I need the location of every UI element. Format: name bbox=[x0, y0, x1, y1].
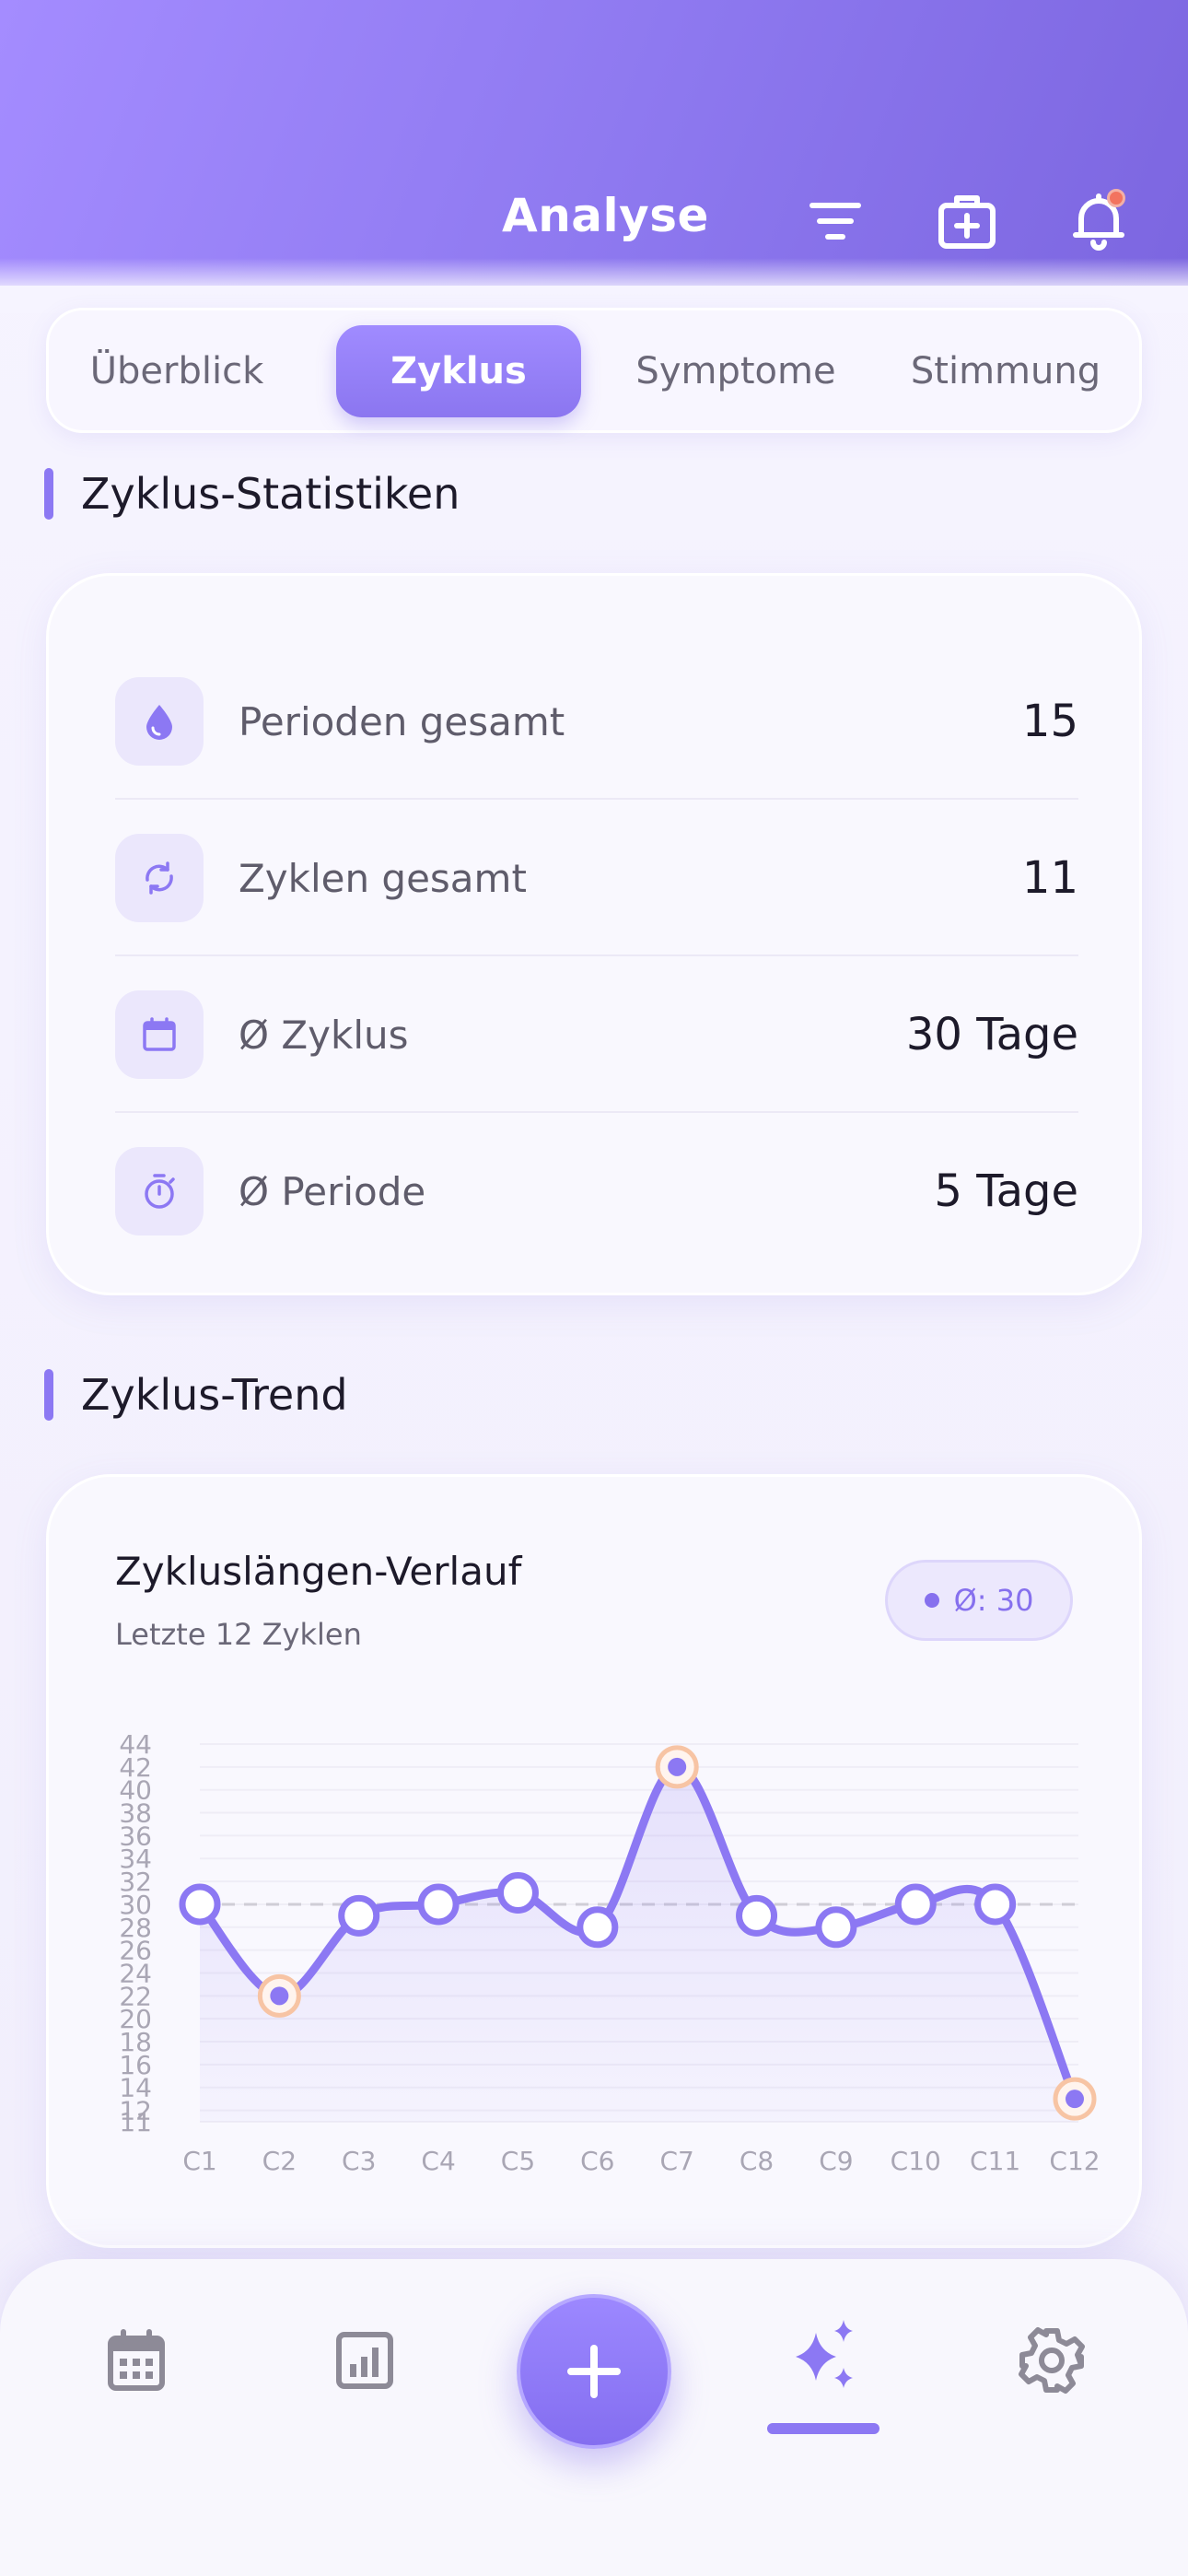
data-point bbox=[815, 1906, 857, 1949]
calendar-icon bbox=[115, 990, 204, 1079]
x-tick-label: C1 bbox=[182, 2146, 216, 2176]
stat-label: Perioden gesamt bbox=[239, 698, 565, 744]
x-tick-label: C4 bbox=[421, 2146, 455, 2176]
timer-icon bbox=[115, 1147, 204, 1235]
tab-cycle[interactable]: Zyklus bbox=[336, 325, 581, 417]
stat-row-cycles: Zyklen gesamt 11 bbox=[115, 800, 1078, 956]
data-point-core bbox=[1066, 2090, 1084, 2109]
cycle-length-chart: 111214161820222426283032343638404244C1 C2… bbox=[119, 1729, 1100, 2176]
stat-value: 30 Tage bbox=[905, 1009, 1078, 1060]
x-tick-label: C5 bbox=[501, 2146, 535, 2176]
trend-card: Zykluslängen-Verlauf Letzte 12 Zyklen Ø:… bbox=[46, 1474, 1142, 2248]
x-tick-label: C3 bbox=[342, 2146, 376, 2176]
stat-label: Ø Zyklus bbox=[239, 1012, 409, 1058]
tab-overview[interactable]: Überblick bbox=[62, 325, 292, 417]
x-tick-label: C10 bbox=[891, 2146, 941, 2176]
tab-mood[interactable]: Stimmung bbox=[879, 325, 1132, 417]
section-header-stats: Zyklus-Statistiken bbox=[44, 466, 460, 521]
stat-value: 15 bbox=[1021, 696, 1078, 747]
active-tab-indicator bbox=[767, 2423, 879, 2434]
y-tick-label: 44 bbox=[119, 1729, 152, 1760]
stat-value: 5 Tage bbox=[934, 1165, 1078, 1217]
page-title: Analyse bbox=[502, 189, 709, 242]
x-tick-label: C7 bbox=[659, 2146, 693, 2176]
data-point bbox=[496, 1872, 539, 1914]
x-tick-label: C2 bbox=[262, 2146, 297, 2176]
stat-row-avg-period: Ø Periode 5 Tage bbox=[115, 1113, 1078, 1270]
bar-chart-icon[interactable] bbox=[328, 2324, 402, 2397]
cycle-icon bbox=[115, 834, 204, 922]
stat-value: 11 bbox=[1021, 852, 1078, 904]
medical-kit-icon[interactable] bbox=[935, 189, 999, 253]
section-header-trend: Zyklus-Trend bbox=[44, 1367, 348, 1423]
notification-badge bbox=[1107, 189, 1125, 207]
x-tick-label: C12 bbox=[1049, 2146, 1100, 2176]
gear-icon[interactable] bbox=[1015, 2324, 1089, 2397]
segmented-tabs: Überblick Zyklus Symptome Stimmung bbox=[46, 308, 1142, 433]
stat-row-avg-cycle: Ø Zyklus 30 Tage bbox=[115, 956, 1078, 1113]
x-tick-label: C9 bbox=[819, 2146, 853, 2176]
section-title: Zyklus-Statistiken bbox=[81, 469, 460, 519]
sparkles-icon[interactable] bbox=[783, 2314, 866, 2397]
stat-row-periods: Perioden gesamt 15 bbox=[115, 643, 1078, 800]
calendar-grid-icon[interactable] bbox=[99, 2324, 173, 2397]
x-tick-label: C8 bbox=[740, 2146, 774, 2176]
app-header: Analyse bbox=[0, 0, 1188, 313]
x-tick-label: C11 bbox=[970, 2146, 1020, 2176]
data-point bbox=[179, 1883, 221, 1926]
plus-icon bbox=[567, 2345, 621, 2398]
section-accent-bar bbox=[44, 1369, 53, 1421]
section-title: Zyklus-Trend bbox=[81, 1370, 348, 1420]
data-point-core bbox=[668, 1757, 687, 1776]
tab-symptoms[interactable]: Symptome bbox=[609, 325, 863, 417]
bell-icon[interactable] bbox=[1066, 189, 1131, 253]
data-point bbox=[577, 1906, 619, 1949]
stats-card: Perioden gesamt 15 Zyklen gesamt 11 Ø Zy… bbox=[46, 573, 1142, 1295]
filter-icon[interactable] bbox=[803, 189, 868, 253]
section-accent-bar bbox=[44, 468, 53, 520]
data-point bbox=[894, 1883, 937, 1926]
x-tick-label: C6 bbox=[580, 2146, 614, 2176]
stat-label: Zyklen gesamt bbox=[239, 855, 527, 901]
data-point-core bbox=[270, 1986, 289, 2006]
data-point bbox=[338, 1894, 380, 1937]
data-point bbox=[417, 1883, 460, 1926]
bottom-navigation bbox=[0, 2259, 1188, 2576]
drop-icon bbox=[115, 677, 204, 766]
add-entry-button[interactable] bbox=[517, 2294, 671, 2449]
data-point bbox=[736, 1894, 778, 1937]
stat-label: Ø Periode bbox=[239, 1168, 426, 1214]
data-point bbox=[974, 1883, 1017, 1926]
